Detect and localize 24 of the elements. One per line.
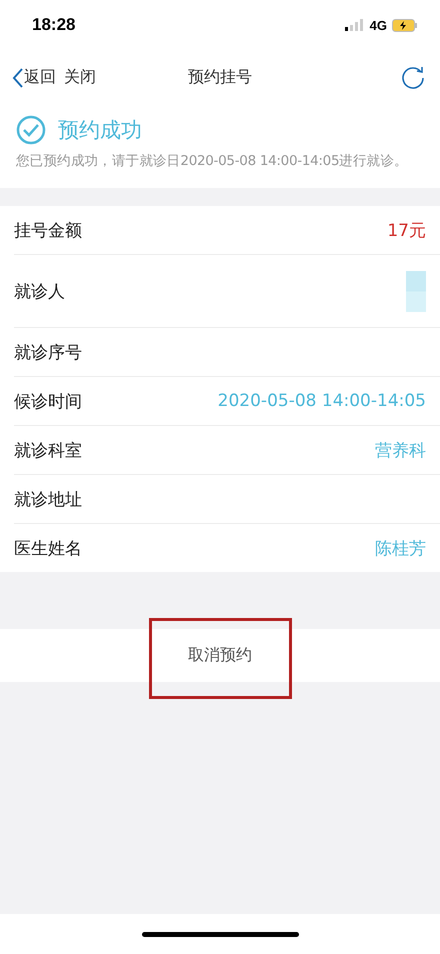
row-label: 就诊人 (14, 280, 65, 302)
page-title: 预约挂号 (188, 67, 252, 88)
refresh-button[interactable] (400, 64, 426, 90)
row-label: 就诊科室 (14, 440, 82, 462)
back-button[interactable]: 返回 (8, 66, 60, 88)
row-value: 17元 (387, 220, 426, 242)
network-label: 4G (370, 18, 387, 32)
battery-icon (392, 18, 418, 32)
row-label: 就诊序号 (14, 342, 82, 364)
row-label: 挂号金额 (14, 220, 82, 242)
back-chevron-icon (12, 66, 24, 88)
row-label: 就诊地址 (14, 488, 82, 510)
row-value: 营养科 (375, 440, 426, 462)
status-time: 18:28 (32, 15, 76, 35)
check-circle-icon (16, 115, 46, 145)
row-value: 2020-05-08 14:00-14:05 (218, 391, 426, 411)
redacted-block (406, 270, 426, 312)
row-label: 候诊时间 (14, 390, 82, 412)
success-message: 您已预约成功，请于就诊日2020-05-08 14:00-14:05进行就诊。 (16, 152, 409, 171)
row-label: 医生姓名 (14, 538, 82, 560)
row-value: 陈桂芳 (375, 538, 426, 560)
signal-icon (344, 19, 365, 31)
close-button[interactable]: 关闭 (60, 67, 100, 88)
success-title: 预约成功 (58, 117, 142, 144)
